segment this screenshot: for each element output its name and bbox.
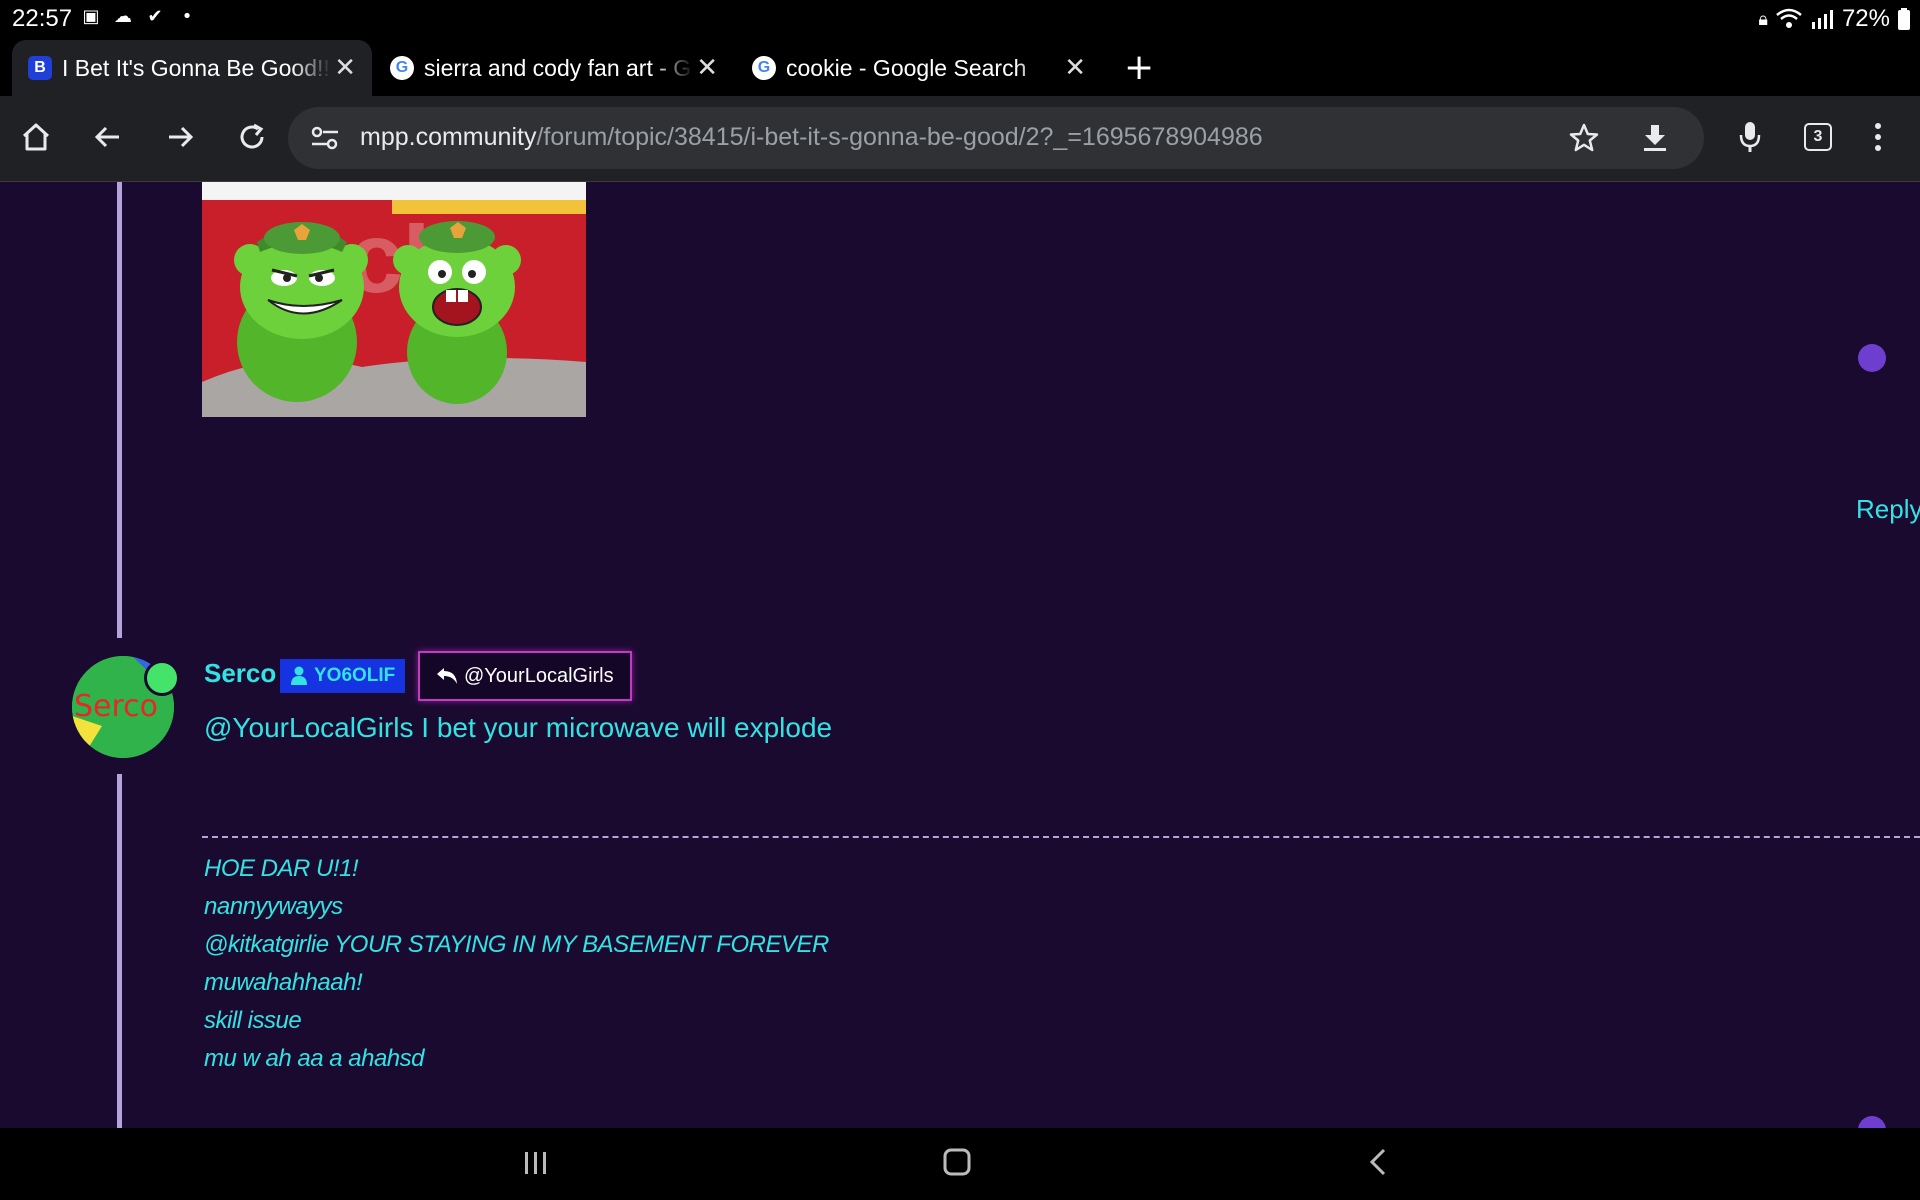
notification-icons: ▣ ☁ ✔ • <box>80 6 198 28</box>
microphone-icon[interactable] <box>1730 117 1770 157</box>
system-icons: 🔒︎ 72% <box>1758 5 1910 33</box>
tab-title: sierra and cody fan art - G <box>424 54 692 81</box>
post-message: @YourLocalGirls I bet your microwave wil… <box>204 712 833 743</box>
post-signature: HOE DAR U!1! nannyywayys @kitkatgirlie Y… <box>204 850 829 1078</box>
signature-line: muwahahhaah! <box>204 969 363 996</box>
signature-line: nannyywayys <box>204 893 343 920</box>
signature-divider <box>202 836 1920 838</box>
lock-icon: 🔒︎ <box>1758 8 1768 29</box>
url-text[interactable]: mpp.community/forum/topic/38415/i-bet-it… <box>360 123 1263 152</box>
tab-forum[interactable]: B I Bet It's Gonna Be Good!! ✕ <box>12 40 372 96</box>
download-icon[interactable] <box>1640 122 1670 154</box>
close-tab-icon[interactable]: ✕ <box>1064 54 1086 80</box>
forward-icon[interactable] <box>160 117 200 157</box>
close-tab-icon[interactable]: ✕ <box>334 54 356 80</box>
user-group-badge[interactable]: YO6OLIF <box>280 659 406 693</box>
tab-fan-art-search[interactable]: G sierra and cody fan art - G ✕ <box>374 40 734 96</box>
tab-strip: B I Bet It's Gonna Be Good!! ✕ G sierra … <box>0 36 1920 96</box>
home-nav-icon[interactable] <box>942 1146 972 1186</box>
bookmark-star-icon[interactable] <box>1568 122 1600 154</box>
signature-line: @kitkatgirlie YOUR STAYING IN MY BASEMEN… <box>204 931 829 958</box>
back-icon[interactable] <box>88 117 128 157</box>
online-status-indicator <box>144 660 180 696</box>
tab-count: 3 <box>1804 123 1832 151</box>
wifi-icon <box>1776 8 1802 28</box>
check-icon: ✔ <box>147 6 163 27</box>
signature-line: mu w ah aa a ahahsd <box>204 1045 424 1072</box>
home-icon[interactable] <box>16 117 56 157</box>
browser-toolbar: mpp.community/forum/topic/38415/i-bet-it… <box>0 96 1920 182</box>
signal-icon <box>1811 10 1833 29</box>
reaction-emoji-icon[interactable] <box>1858 1116 1886 1128</box>
recent-apps-icon[interactable] <box>522 1146 550 1186</box>
site-settings-icon[interactable] <box>310 124 340 152</box>
tab-switcher-button[interactable]: 3 <box>1798 117 1838 157</box>
reply-arrow-icon <box>437 668 457 684</box>
status-time: 22:57 <box>12 5 73 32</box>
new-tab-icon[interactable]: + <box>1124 50 1154 86</box>
battery-percent: 72% <box>1841 5 1890 32</box>
system-nav-bar <box>0 1128 1920 1200</box>
google-favicon-icon: G <box>752 56 776 80</box>
address-bar[interactable]: mpp.community/forum/topic/38415/i-bet-it… <box>288 107 1704 169</box>
forum-page: ecU Reply Serco Serco YO6OLIF @YourLocal… <box>0 182 1920 1128</box>
avatar-text: Serco <box>74 689 158 724</box>
status-bar: 22:57 ▣ ☁ ✔ • 🔒︎ 72% <box>0 0 1920 36</box>
cloud-icon: ☁ <box>114 6 132 27</box>
post-image-plush-toys[interactable]: ecU <box>202 182 586 417</box>
back-nav-icon[interactable] <box>1366 1146 1388 1186</box>
dot-icon: • <box>181 6 193 27</box>
forum-favicon-icon: B <box>28 56 52 80</box>
signature-line: HOE DAR U!1! <box>204 855 359 882</box>
tab-title: I Bet It's Gonna Be Good!! <box>62 54 330 81</box>
reaction-emoji-icon[interactable] <box>1858 344 1886 372</box>
google-favicon-icon: G <box>390 56 414 80</box>
close-tab-icon[interactable]: ✕ <box>696 54 718 80</box>
url-path: /forum/topic/38415/i-bet-it-s-gonna-be-g… <box>536 123 1263 151</box>
reply-link[interactable]: Reply <box>1856 494 1920 525</box>
post-author[interactable]: Serco <box>204 658 276 689</box>
reply-to-button[interactable]: @YourLocalGirls <box>418 651 632 701</box>
tab-title: cookie - Google Search <box>786 54 1027 81</box>
user-icon <box>291 666 307 685</box>
tab-cookie-search[interactable]: G cookie - Google Search ✕ <box>736 40 1102 96</box>
thread-line <box>117 774 122 1128</box>
url-host: mpp.community <box>360 123 537 151</box>
thread-line <box>117 182 122 638</box>
reply-to-label: @YourLocalGirls <box>464 664 614 687</box>
more-menu-icon[interactable] <box>1858 117 1898 157</box>
reload-icon[interactable] <box>232 117 272 157</box>
badge-label: YO6OLIF <box>314 665 396 686</box>
battery-icon <box>1898 8 1910 30</box>
signature-line: skill issue <box>204 1007 302 1034</box>
image-icon: ▣ <box>82 6 100 27</box>
